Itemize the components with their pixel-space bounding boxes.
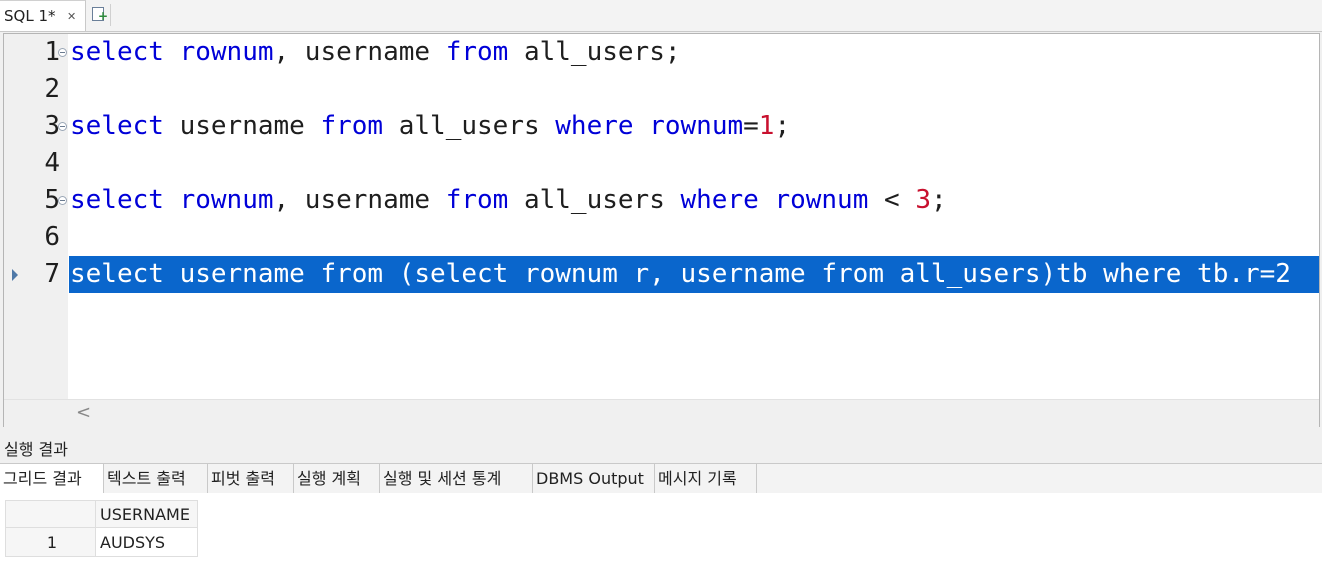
scroll-left-icon[interactable]: < <box>76 402 91 424</box>
fold-collapse-icon[interactable] <box>58 196 67 205</box>
tab-sql-1[interactable]: SQL 1* ✕ <box>0 0 86 31</box>
plus-icon: + <box>98 9 109 23</box>
new-document-icon[interactable]: + <box>88 4 111 26</box>
tab-message-log[interactable]: 메시지 기록 <box>655 464 757 493</box>
line-number: 2 <box>44 74 60 104</box>
code-line[interactable]: 7 select username from (select rownum r, … <box>4 256 1319 293</box>
tab-session-stats[interactable]: 실행 및 세션 통계 <box>380 464 533 493</box>
line-number: 3 <box>44 111 60 141</box>
horizontal-scrollbar[interactable]: < <box>4 399 1319 427</box>
result-grid[interactable]: USERNAME 1 AUDSYS <box>0 493 1322 562</box>
editor-tab-strip: SQL 1* ✕ + <box>0 0 1322 32</box>
tab-text-output[interactable]: 텍스트 출력 <box>104 464 208 493</box>
code-line[interactable]: 4 <box>4 145 1319 182</box>
code-text: select username from all_users where row… <box>70 111 791 141</box>
code-line[interactable]: 3 select username from all_users where ro… <box>4 108 1319 145</box>
line-number: 7 <box>44 259 60 289</box>
line-number: 4 <box>44 148 60 178</box>
code-line[interactable]: 6 <box>4 219 1319 256</box>
sql-editor[interactable]: 1 select rownum, username from all_users;… <box>3 33 1320 427</box>
results-tab-bar: 그리드 결과 텍스트 출력 피벗 출력 실행 계획 실행 및 세션 통계 DBM… <box>0 463 1322 494</box>
row-number[interactable]: 1 <box>5 527 96 557</box>
code-text: select rownum, username from all_users; <box>70 37 681 67</box>
tab-pivot-output[interactable]: 피벗 출력 <box>208 464 294 493</box>
fold-collapse-icon[interactable] <box>58 48 67 57</box>
code-text: select username from (select rownum r, u… <box>70 259 1291 289</box>
tab-dbms-output[interactable]: DBMS Output <box>533 464 655 493</box>
code-line[interactable]: 1 select rownum, username from all_users; <box>4 34 1319 71</box>
close-icon[interactable]: ✕ <box>67 1 76 32</box>
fold-collapse-icon[interactable] <box>58 122 67 131</box>
tab-grid-result[interactable]: 그리드 결과 <box>0 464 104 493</box>
tab-execution-plan[interactable]: 실행 계획 <box>294 464 380 493</box>
code-text: select rownum, username from all_users w… <box>70 185 947 215</box>
code-line[interactable]: 2 <box>4 71 1319 108</box>
grid-cell[interactable]: AUDSYS <box>95 527 198 557</box>
line-number: 6 <box>44 222 60 252</box>
code-line[interactable]: 5 select rownum, username from all_users … <box>4 182 1319 219</box>
results-panel-title: 실행 결과 <box>4 440 68 459</box>
column-header-username[interactable]: USERNAME <box>95 500 198 528</box>
line-number: 5 <box>44 185 60 215</box>
line-number: 1 <box>44 37 60 67</box>
grid-corner-header[interactable] <box>5 500 96 528</box>
tab-sql-1-label: SQL 1* <box>4 7 56 25</box>
